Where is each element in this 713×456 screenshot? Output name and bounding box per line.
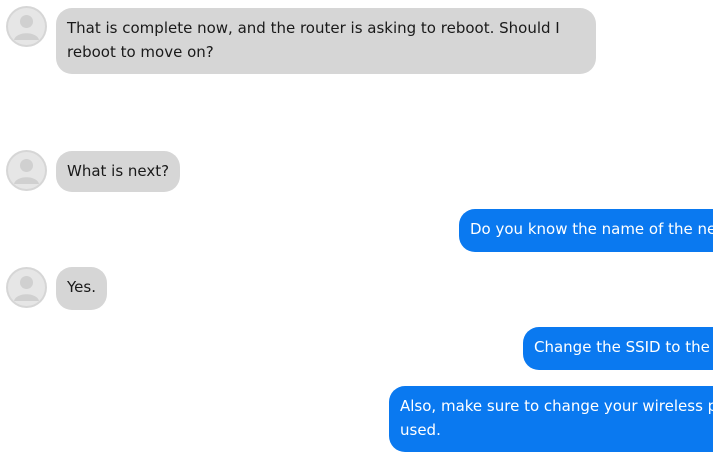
message-text: Change the SSID to the p bbox=[534, 338, 713, 356]
message-text: Do you know the name of the netw bbox=[470, 220, 713, 238]
outgoing-message: Change the SSID to the p bbox=[523, 327, 713, 370]
incoming-message: That is complete now, and the router is … bbox=[56, 8, 596, 74]
message-text: What is next? bbox=[67, 162, 170, 180]
message-text-line: used. bbox=[400, 421, 441, 439]
outgoing-message: Also, make sure to change your wireless … bbox=[389, 386, 713, 452]
incoming-message: What is next? bbox=[56, 151, 181, 192]
user-avatar-icon bbox=[6, 150, 47, 191]
message-text: Yes. bbox=[67, 278, 96, 296]
incoming-message: Yes. bbox=[56, 267, 107, 310]
message-text-line: Also, make sure to change your wireless … bbox=[400, 397, 713, 415]
message-text: That is complete now, and the router is … bbox=[67, 19, 560, 61]
user-avatar-icon bbox=[6, 6, 47, 47]
chat-transcript: That is complete now, and the router is … bbox=[0, 0, 713, 456]
user-avatar-icon bbox=[6, 267, 47, 308]
outgoing-message: Do you know the name of the netw bbox=[459, 209, 713, 252]
